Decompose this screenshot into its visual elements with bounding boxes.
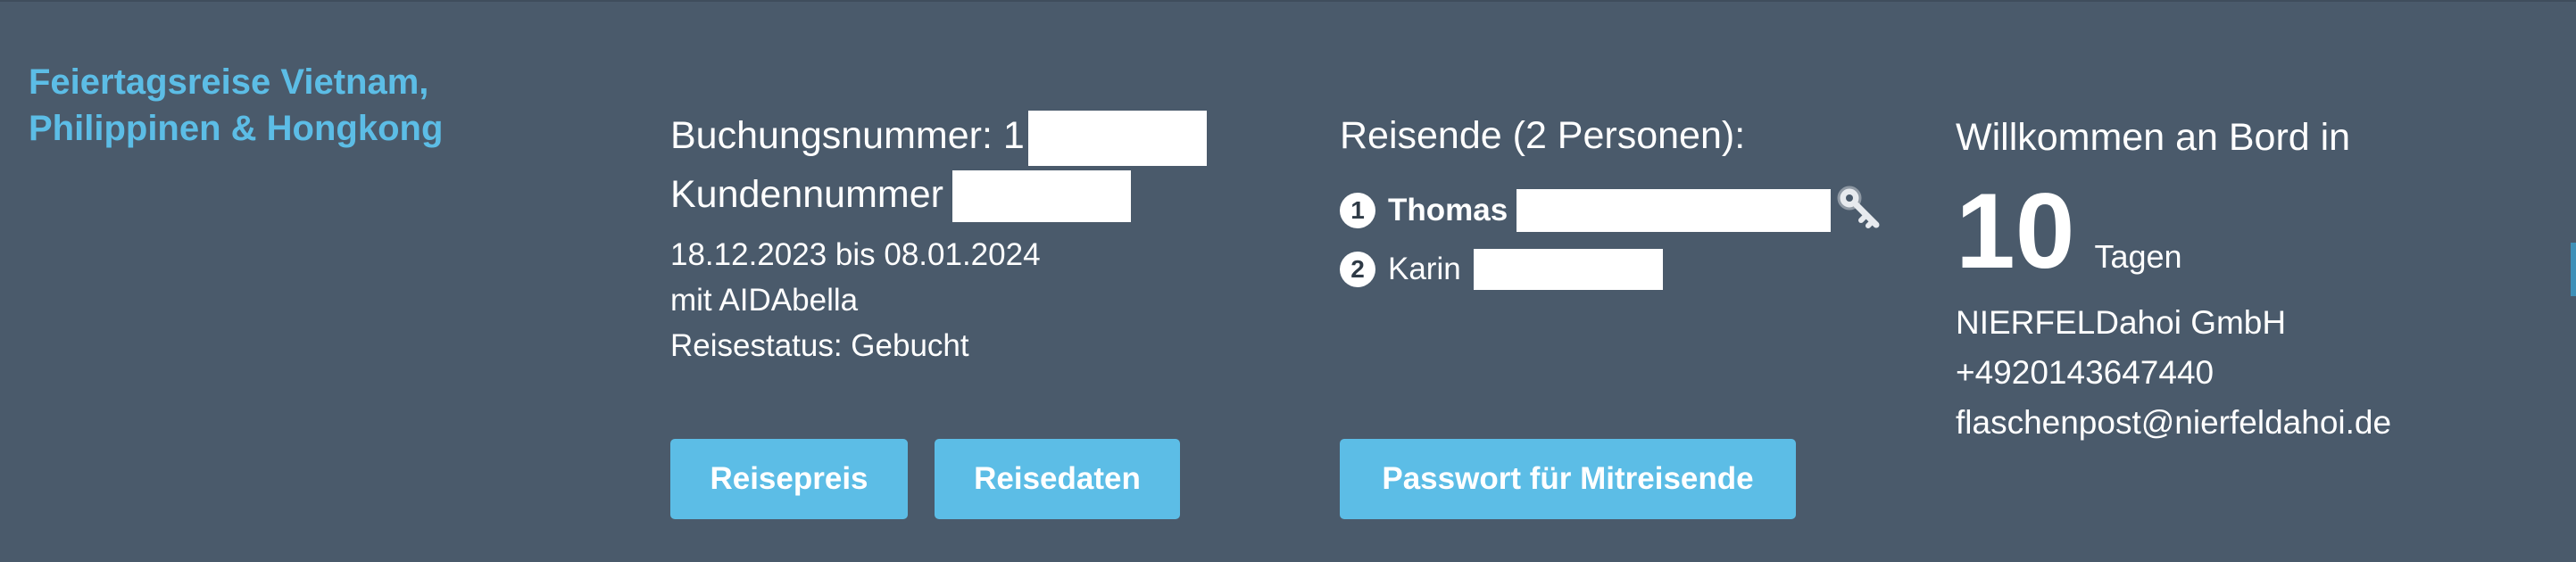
traveller-item: 2 Karin bbox=[1340, 243, 1893, 296]
booking-details: Buchungsnummer: 1 Kundennummer 18.12.202… bbox=[670, 107, 1224, 368]
traveller-number-badge: 2 bbox=[1340, 252, 1375, 287]
traveller-name: Karin bbox=[1388, 252, 1461, 286]
trip-title: Feiertagsreise Vietnam, Philippinen & Ho… bbox=[29, 59, 582, 152]
travellers-section: Reisende (2 Personen): 1 Thomas 2 Karin bbox=[1340, 107, 1893, 296]
trip-title-line-1: Feiertagsreise Vietnam, bbox=[29, 62, 429, 102]
days-countdown: 10 Tagen bbox=[1956, 175, 2563, 287]
traveller-number-badge: 1 bbox=[1340, 193, 1375, 228]
traveller-item: 1 Thomas bbox=[1340, 184, 1893, 237]
welcome-label: Willkommen an Bord in bbox=[1956, 116, 2351, 159]
customer-number-row: Kundennummer bbox=[670, 166, 1224, 223]
welcome-section: Willkommen an Bord in 10 Tagen NIERFELDa… bbox=[1956, 109, 2563, 448]
travellers-heading: Reisende (2 Personen): bbox=[1340, 114, 1746, 157]
key-icon[interactable] bbox=[1834, 183, 1882, 239]
customer-number-label: Kundennummer bbox=[670, 172, 943, 216]
agency-email[interactable]: flaschenpost@nierfeldahoi.de bbox=[1956, 398, 2563, 448]
ship-name: mit AIDAbella bbox=[670, 282, 859, 318]
days-unit: Tagen bbox=[2094, 238, 2182, 275]
days-count: 10 bbox=[1956, 171, 2075, 291]
redacted-traveller-surname bbox=[1517, 189, 1832, 232]
trip-title-line-2: Philippinen & Hongkong bbox=[29, 109, 444, 148]
co-traveller-password-button[interactable]: Passwort für Mitreisende bbox=[1340, 439, 1796, 519]
booking-number-label: Buchungsnummer: 1 bbox=[670, 114, 1025, 157]
booking-overview-panel: Feiertagsreise Vietnam, Philippinen & Ho… bbox=[0, 0, 2576, 562]
trip-data-button[interactable]: Reisedaten bbox=[935, 439, 1180, 519]
agency-phone[interactable]: +4920143647440 bbox=[1956, 348, 2563, 398]
travel-dates: 18.12.2023 bis 08.01.2024 bbox=[670, 236, 1041, 272]
booking-number-row: Buchungsnummer: 1 bbox=[670, 107, 1224, 166]
booking-status: Reisestatus: Gebucht bbox=[670, 327, 969, 363]
redacted-traveller-surname bbox=[1473, 249, 1663, 290]
scroll-edge-indicator bbox=[2571, 243, 2576, 296]
redacted-booking-number bbox=[1027, 110, 1207, 166]
trip-price-button[interactable]: Reisepreis bbox=[670, 439, 908, 519]
redacted-customer-number bbox=[951, 170, 1131, 223]
agency-name: NIERFELDahoi GmbH bbox=[1956, 304, 2287, 341]
traveller-name: Thomas bbox=[1388, 193, 1508, 227]
